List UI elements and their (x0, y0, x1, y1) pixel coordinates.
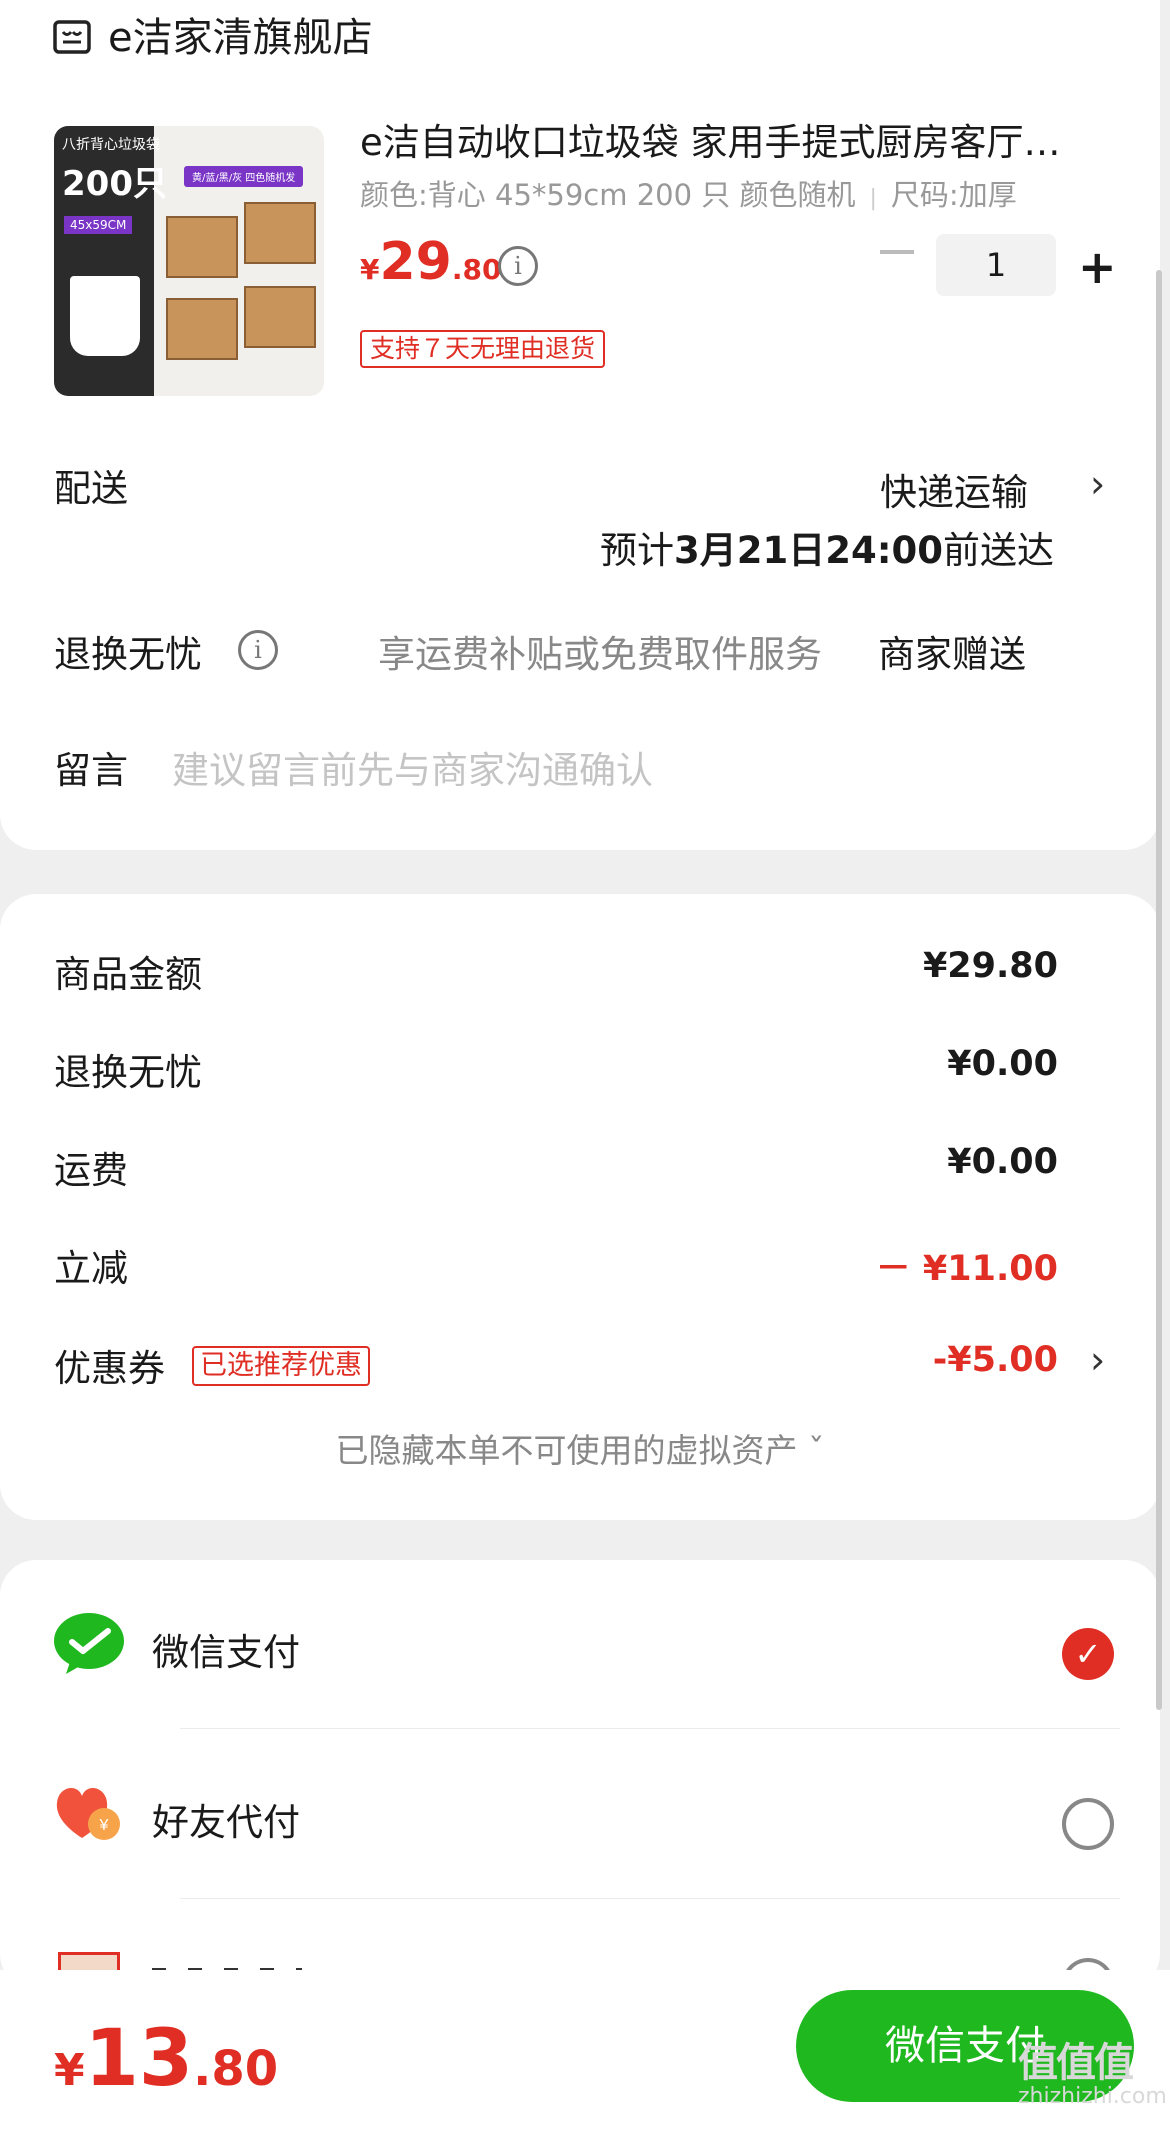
quantity-input[interactable]: 1 (936, 234, 1056, 296)
checkout-bar: ¥13.80 微信支付 值值值 zhizhizhi.com (0, 1970, 1170, 2142)
delivery-chevron-icon[interactable]: › (1090, 462, 1105, 506)
box-graphic (166, 216, 238, 278)
thumb-label: 八折背心垃圾袋 (62, 137, 160, 153)
size-spec: 尺码:加厚 (890, 178, 1017, 212)
payment-radio[interactable] (1062, 1798, 1114, 1850)
delivery-label: 配送 (54, 467, 128, 510)
product-thumbnail[interactable]: 八折背心垃圾袋 200只 45x59CM 黄/蓝/黑/灰 四色随机发 (54, 126, 324, 396)
store-name[interactable]: e洁家清旗舰店 (108, 12, 373, 64)
payment-method-label[interactable]: 微信支付 (152, 1622, 300, 1676)
box-graphic (244, 286, 316, 348)
coupon-value[interactable]: -¥5.00 (933, 1340, 1058, 1380)
message-input[interactable]: 建议留言前先与商家沟通确认 (172, 740, 653, 794)
wechat-pay-icon (54, 1613, 124, 1674)
return-info-icon[interactable]: i (238, 630, 278, 670)
increase-quantity-button[interactable]: + (1078, 244, 1117, 290)
price-integer: 29 (379, 232, 452, 292)
total-integer: 13 (84, 2014, 194, 2104)
scrollbar[interactable] (1156, 270, 1162, 1710)
shipping-label: 运费 (54, 1149, 128, 1192)
store-icon (53, 20, 91, 54)
divider (180, 1728, 1120, 1729)
coupon-tag[interactable]: 已选推荐优惠 (192, 1346, 370, 1386)
return-service-gift: 商家赠送 (878, 633, 1026, 676)
payment-methods-card: 微信支付 ✓ ¥ 好友代付 (0, 1560, 1160, 1990)
price-info-icon[interactable]: i (498, 246, 538, 286)
order-item-card: e洁家清旗舰店 八折背心垃圾袋 200只 45x59CM 黄/蓝/黑/灰 四色随… (0, 0, 1160, 850)
eta-date: 3月21日24:00 (674, 529, 944, 572)
svg-text:¥: ¥ (99, 1817, 109, 1834)
product-price: ¥29.80 (360, 232, 501, 292)
instant-discount-label: 立减 (54, 1247, 128, 1290)
payment-radio-selected[interactable]: ✓ (1062, 1628, 1114, 1680)
thumb-banner: 黄/蓝/黑/灰 四色随机发 (184, 166, 304, 187)
decrease-quantity-button[interactable] (880, 250, 914, 254)
delivery-method[interactable]: 快递运输 (880, 462, 1028, 516)
coupon-chevron-icon[interactable]: › (1090, 1338, 1105, 1382)
friend-pay-heart-icon: ¥ (56, 1787, 120, 1840)
return-policy-tag: 支持７天无理由退货 (360, 330, 606, 368)
product-title[interactable]: e洁自动收口垃圾袋 家用手提式厨房客厅… (360, 118, 1120, 168)
message-label: 留言 (54, 749, 128, 792)
color-spec: 颜色:背心 45*59cm 200 只 颜色随机 (360, 178, 856, 212)
payment-method-label[interactable]: 好友代付 (152, 1792, 300, 1846)
return-fee-label: 退换无忧 (54, 1051, 202, 1094)
total-currency: ¥ (54, 2045, 85, 2096)
thumb-count: 200只 (62, 164, 167, 204)
price-decimal: .80 (451, 253, 502, 286)
return-service-label: 退换无忧 (54, 633, 202, 676)
coupon-label: 优惠券 (54, 1347, 165, 1390)
hidden-assets-toggle[interactable]: 已隐藏本单不可使用的虚拟资产 ˇ (0, 1424, 1160, 1472)
price-currency: ¥ (360, 253, 380, 286)
eta-prefix: 预计 (600, 529, 674, 572)
thumb-size: 45x59CM (64, 216, 133, 234)
product-specs[interactable]: 颜色:背心 45*59cm 200 只 颜色随机 | 尺码:加厚 (360, 172, 1017, 214)
shipping-value: ¥0.00 (947, 1142, 1058, 1182)
box-graphic (244, 202, 316, 264)
total-decimal: .80 (193, 2041, 279, 2097)
watermark: 值值值 (1018, 2040, 1134, 2086)
return-service-desc: 享运费补贴或免费取件服务 (378, 633, 822, 676)
goods-amount-value: ¥29.80 (922, 946, 1058, 986)
divider (180, 1898, 1120, 1899)
return-fee-value: ¥0.00 (947, 1044, 1058, 1084)
delivery-eta: 预计3月21日24:00前送达 (600, 520, 1054, 574)
instant-discount-value: － ¥11.00 (875, 1249, 1058, 1289)
spec-divider: | (869, 186, 877, 211)
box-graphic (166, 298, 238, 360)
goods-amount-label: 商品金额 (54, 953, 202, 996)
eta-suffix: 前送达 (943, 529, 1055, 572)
bin-graphic (70, 276, 140, 356)
watermark-site: zhizhizhi.com (1018, 2084, 1167, 2109)
total-price: ¥13.80 (54, 2014, 278, 2104)
price-summary-card: 商品金额 ¥29.80 退换无忧 ¥0.00 运费 ¥0.00 立减 － ¥11… (0, 894, 1160, 1520)
